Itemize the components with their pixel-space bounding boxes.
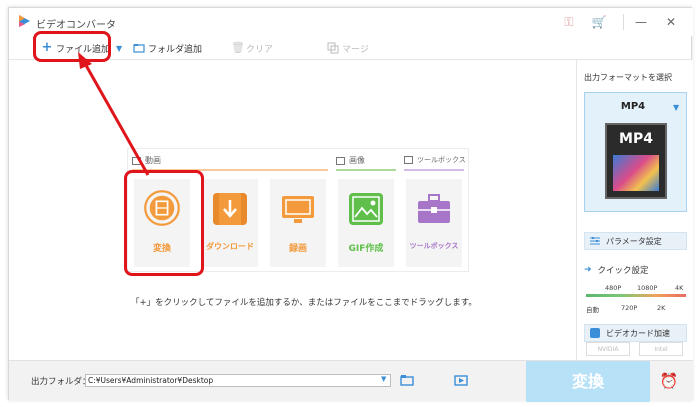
format-name: MP4 — [620, 101, 646, 112]
annotation-box-convert-tile — [124, 170, 204, 276]
quick-settings-title: ➜ クイック設定 — [584, 264, 649, 276]
quality-slider[interactable] — [586, 294, 686, 297]
section-video-label: 動画 — [145, 156, 161, 165]
toolbox-icon — [418, 194, 450, 223]
cart-icon[interactable]: 🛒 — [591, 14, 607, 30]
tile-toolbox-label: ツールボックス — [409, 242, 459, 250]
output-format-panel: 出力フォーマットを選択 MP4 ▼ MP4 パラメータ設定 ➜ クイック設定 4… — [576, 60, 693, 360]
minimize-icon[interactable]: — — [631, 12, 651, 32]
browse-folder-icon[interactable] — [400, 374, 414, 386]
image-section-icon — [336, 156, 345, 165]
add-folder-button[interactable]: フォルダ追加 — [133, 40, 202, 56]
slider-label-480p: 480P — [605, 284, 622, 292]
add-folder-label: フォルダ追加 — [148, 44, 203, 55]
toolbar: + ファイル追加 ▼ フォルダ追加 🗑 クリア マージ — [9, 36, 693, 60]
add-file-dropdown[interactable]: ▼ — [116, 40, 122, 56]
tile-download[interactable]: ダウンロード — [202, 179, 258, 267]
section-toolbox: ツールボックス — [404, 155, 466, 165]
toolbox-section-icon — [404, 156, 413, 164]
section-image-label: 画像 — [349, 156, 365, 165]
title-separator — [623, 14, 624, 30]
intel-toggle[interactable]: Intel — [639, 342, 683, 356]
output-format-title: 出力フォーマットを選択 — [584, 73, 672, 82]
close-icon[interactable]: ✕ — [661, 12, 681, 32]
convert-button[interactable]: 変換 — [526, 361, 650, 402]
merge-button[interactable]: マージ — [327, 40, 369, 56]
gpu-acceleration-label: ビデオカード加速 — [606, 328, 670, 338]
image-icon — [349, 193, 383, 225]
screen-record-icon — [282, 196, 314, 223]
title-bar: ビデオコンバータ ⚿ 🛒 — ✕ — [9, 8, 693, 36]
bottom-bar: 出力フォルダ： C:¥Users¥Administrator¥Desktop ▼… — [9, 360, 693, 402]
video-section-icon — [132, 156, 141, 165]
merge-label: マージ — [342, 44, 369, 55]
chevron-down-icon: ▼ — [116, 43, 123, 53]
clear-label: クリア — [246, 44, 274, 55]
output-folder-label: 出力フォルダ： — [31, 377, 91, 387]
tile-gif[interactable]: GIF作成 — [338, 179, 394, 267]
app-window: ビデオコンバータ ⚿ 🛒 — ✕ + ファイル追加 ▼ フォルダ追加 🗑 クリア… — [8, 7, 693, 402]
merge-icon — [327, 42, 339, 54]
mp4-icon-text: MP4 — [619, 131, 653, 147]
key-icon[interactable]: ⚿ — [561, 14, 577, 30]
slider-label-4k: 4K — [675, 284, 684, 292]
slider-label-2k: 2K — [657, 304, 666, 312]
slider-label-auto: 自動 — [586, 306, 599, 314]
nvidia-toggle[interactable]: NVIDIA — [586, 342, 630, 356]
mp4-icon-art — [613, 155, 659, 191]
download-icon — [213, 193, 247, 225]
gpu-chip-icon — [590, 328, 600, 338]
tile-record[interactable]: 録画 — [270, 179, 326, 267]
slider-label-720p: 720P — [621, 304, 638, 312]
alarm-clock-icon[interactable]: ⏰ — [659, 371, 679, 391]
tile-download-label: ダウンロード — [206, 242, 254, 251]
nvidia-label: NVIDIA — [597, 345, 619, 353]
quick-settings-label: クイック設定 — [597, 266, 649, 276]
folder-icon — [133, 44, 145, 53]
tile-gif-label: GIF作成 — [348, 244, 384, 254]
image-section-line — [336, 169, 396, 171]
sliders-icon — [590, 237, 600, 245]
tile-toolbox[interactable]: ツールボックス — [406, 179, 462, 267]
trash-icon: 🗑 — [231, 41, 245, 54]
section-image: 画像 — [336, 155, 365, 166]
section-video: 動画 — [132, 155, 161, 166]
annotation-box-add-file — [33, 31, 111, 62]
section-toolbox-label: ツールボックス — [417, 156, 466, 164]
parameter-settings-button[interactable]: パラメータ設定 — [584, 232, 687, 250]
gpu-acceleration-button[interactable]: ビデオカード加速 — [584, 324, 687, 342]
output-folder-dropdown-icon[interactable]: ▼ — [381, 375, 386, 383]
mp4-format-icon: MP4 — [605, 123, 667, 199]
clear-button[interactable]: 🗑 クリア — [231, 40, 273, 56]
main-drop-area[interactable]: 動画 画像 ツールボックス 変換 ダウンロード 録画 GIF作成 ツールボックス… — [9, 60, 576, 360]
intel-label: Intel — [654, 345, 668, 353]
output-folder-field[interactable]: C:¥Users¥Administrator¥Desktop — [85, 374, 391, 387]
format-dropdown-icon[interactable]: ▼ — [673, 103, 679, 112]
quick-settings-icon: ➜ — [584, 265, 592, 275]
slider-label-1080p: 1080P — [637, 284, 658, 292]
toolbox-section-line — [404, 169, 464, 171]
tile-record-label: 録画 — [288, 244, 307, 254]
drop-hint: 「+」をクリックしてファイルを追加するか、またはファイルをここまでドラッグします… — [131, 298, 477, 308]
open-output-folder-icon[interactable] — [454, 374, 468, 386]
app-title: ビデオコンバータ — [36, 20, 116, 31]
format-selector[interactable]: MP4 ▼ MP4 — [584, 92, 687, 212]
parameter-settings-label: パラメータ設定 — [606, 236, 662, 246]
app-logo-icon — [19, 15, 30, 27]
